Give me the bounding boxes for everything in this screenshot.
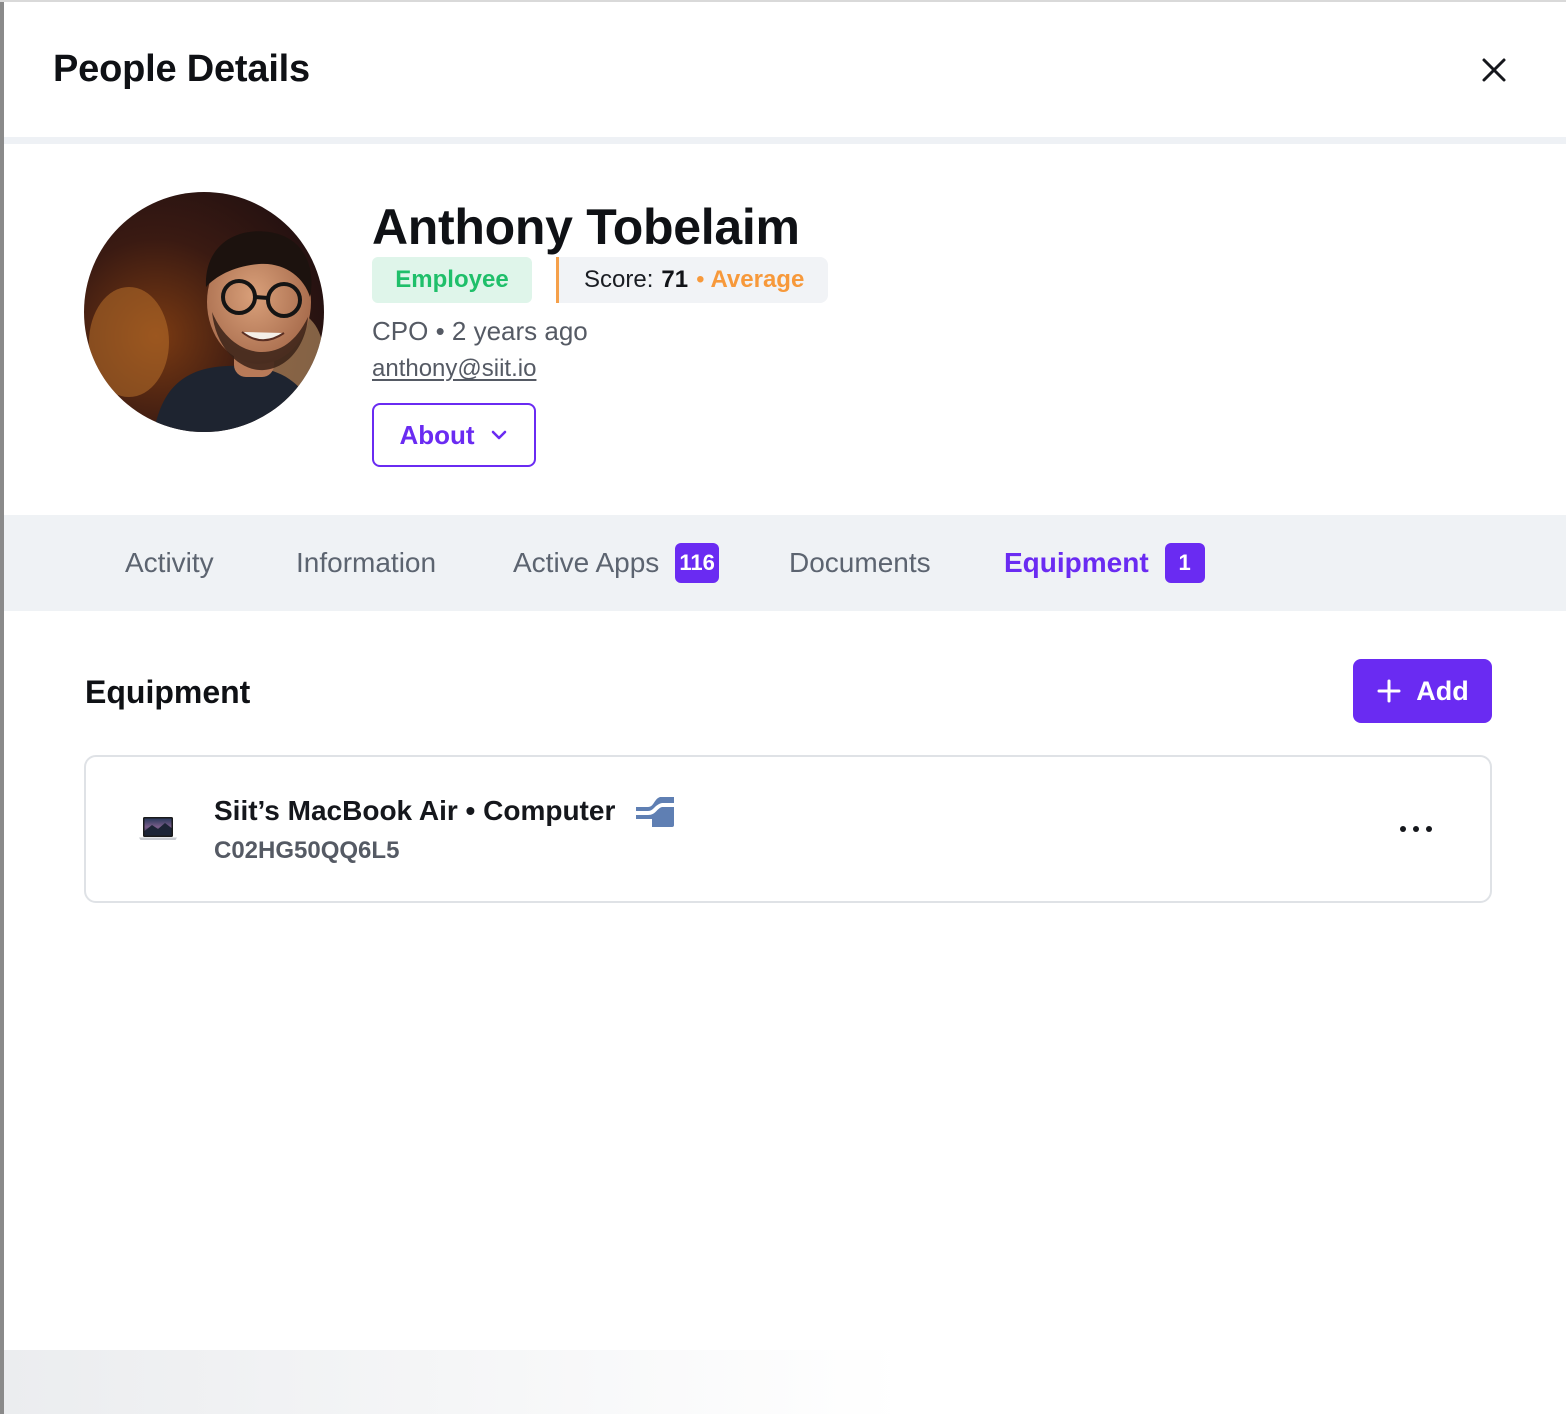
add-label: Add — [1416, 675, 1469, 706]
chevron-down-icon — [491, 430, 506, 440]
tab-label: Information — [296, 547, 437, 578]
equipment-item[interactable]: Siit’s MacBook Air • Computer C02HG50QQ6… — [84, 755, 1492, 903]
tab-information[interactable]: Information — [296, 539, 436, 587]
plus-icon — [1377, 679, 1401, 703]
device-name: Siit’s MacBook Air • Computer — [214, 795, 616, 826]
email-link[interactable]: anthony@siit.io — [372, 355, 536, 383]
more-icon-dot — [1426, 826, 1432, 832]
tab-documents[interactable]: Documents — [789, 539, 931, 587]
header-divider — [4, 137, 1566, 144]
page-title: People Details — [53, 48, 310, 90]
score-separator: • — [696, 266, 705, 293]
more-icon-dot — [1400, 826, 1406, 832]
about-label: About — [399, 419, 475, 450]
score-label: Score: — [584, 266, 654, 293]
tab-label: Equipment — [1004, 547, 1149, 578]
score-rating: Average — [710, 266, 805, 293]
add-equipment-button[interactable]: Add — [1353, 659, 1492, 723]
more-options-button[interactable] — [1386, 811, 1446, 847]
tab-activity[interactable]: Activity — [125, 539, 214, 587]
score-badge: Score: 71 • Average — [556, 257, 828, 303]
score-value: 71 — [661, 266, 689, 293]
tab-label: Active Apps — [513, 547, 660, 578]
close-button[interactable] — [1474, 50, 1514, 90]
tab-active-apps[interactable]: Active Apps 116 — [513, 539, 719, 587]
panel-header: People Details — [4, 2, 1566, 138]
tab-bar: Activity Information Active Apps 116 Doc… — [4, 515, 1566, 611]
tab-label: Activity — [125, 547, 214, 578]
window-left-edge — [0, 0, 4, 1414]
laptop-icon — [139, 817, 177, 840]
device-serial: C02HG50QQ6L5 — [214, 837, 400, 864]
role-badge: Employee — [372, 257, 532, 303]
bottom-shadow — [4, 1350, 904, 1414]
role-tenure: CPO • 2 years ago — [372, 316, 588, 346]
mdm-integration-icon — [636, 791, 674, 827]
avatar — [84, 192, 324, 432]
person-name: Anthony Tobelaim — [372, 199, 800, 255]
count-badge: 116 — [675, 543, 719, 583]
about-dropdown-button[interactable]: About — [372, 403, 536, 467]
more-icon-dot — [1413, 826, 1419, 832]
section-title: Equipment — [85, 674, 251, 710]
tab-label: Documents — [789, 547, 931, 578]
tab-equipment[interactable]: Equipment 1 — [1004, 539, 1205, 587]
close-icon — [1482, 58, 1506, 82]
count-badge: 1 — [1164, 543, 1205, 583]
